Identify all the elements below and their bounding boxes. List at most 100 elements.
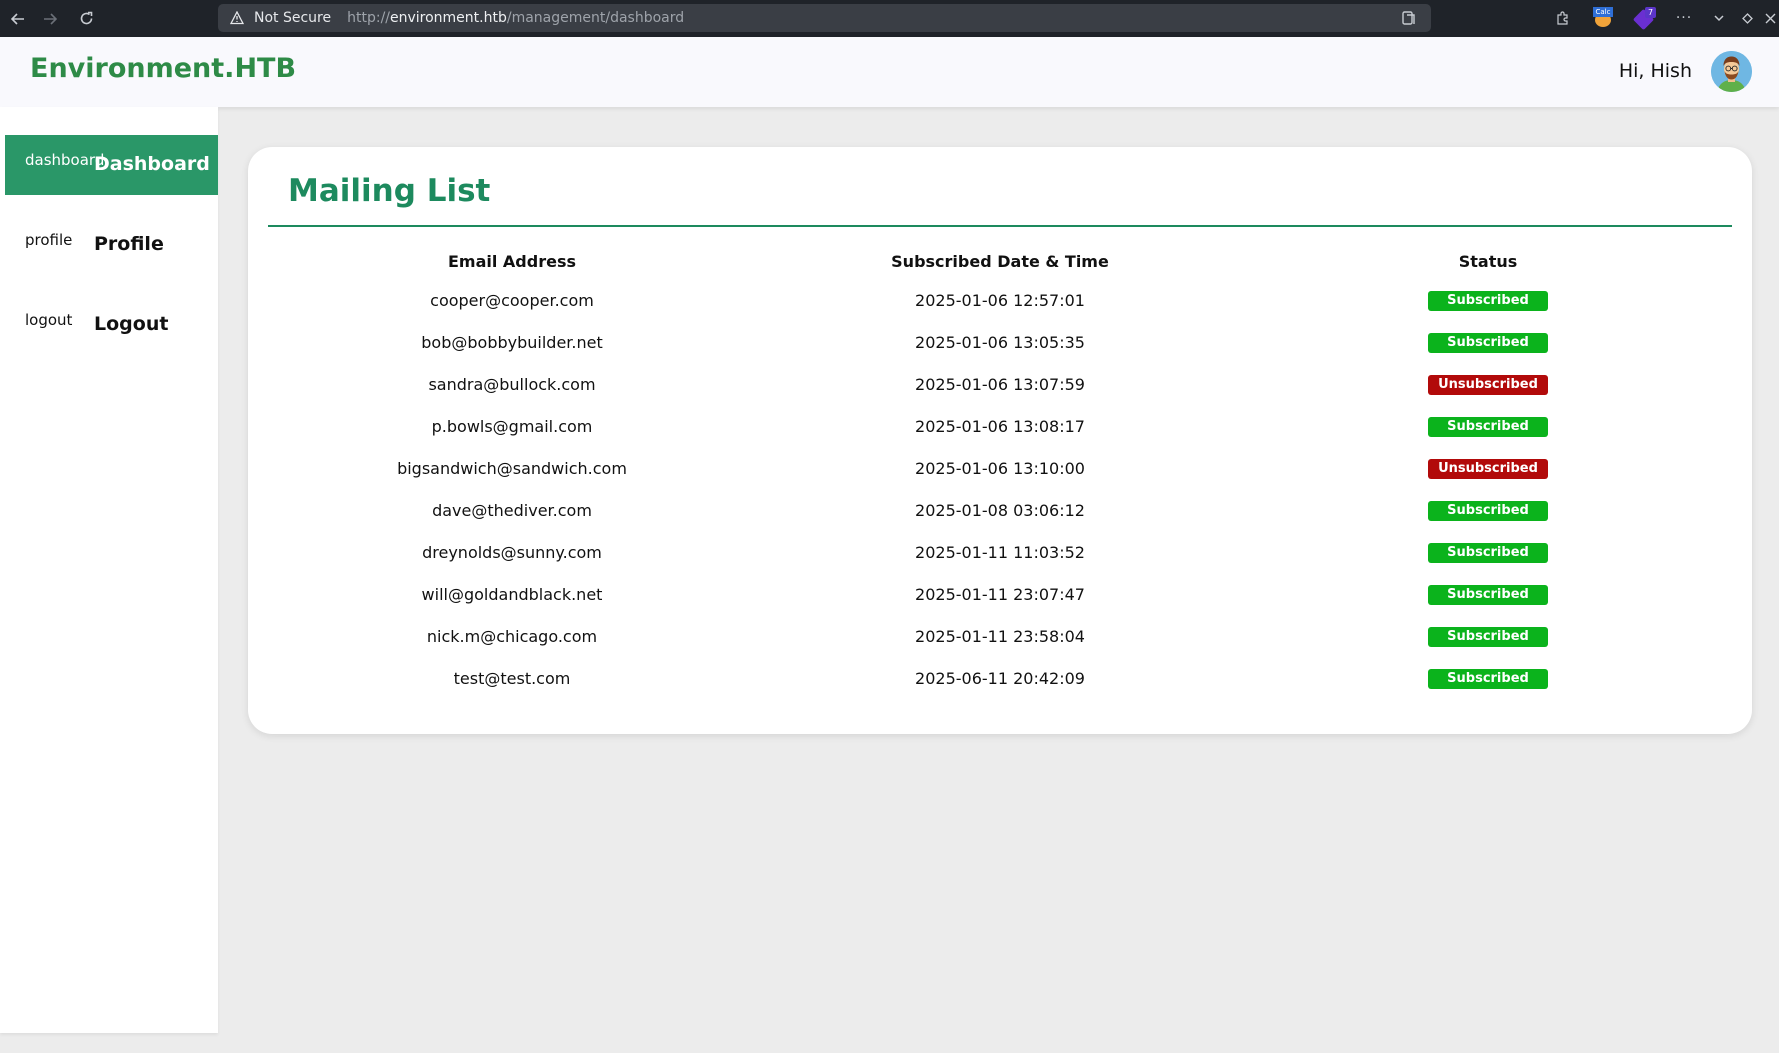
datetime-cell: 2025-01-06 13:07:59 bbox=[915, 374, 1085, 394]
email-cell: dave@thediver.com bbox=[432, 500, 592, 520]
more-icon: ··· bbox=[1675, 10, 1693, 26]
email-cell: p.bowls@gmail.com bbox=[431, 416, 593, 436]
calc-extension-icon: Calc bbox=[1593, 7, 1613, 29]
close-icon bbox=[1765, 13, 1776, 23]
address-bar[interactable]: Not Secure http://environment.htb/manage… bbox=[218, 4, 1431, 32]
table-row: nick.m@chicago.com 2025-01-11 23:58:04 Sub… bbox=[268, 615, 1732, 657]
email-cell: test@test.com bbox=[453, 668, 571, 688]
datetime-cell: 2025-01-06 12:57:01 bbox=[915, 290, 1085, 310]
restore-window-button[interactable] bbox=[1737, 4, 1757, 32]
column-header-email: Email Address bbox=[447, 251, 576, 271]
table-row: bob@bobbybuilder.net 2025-01-06 13:05:35 S… bbox=[268, 321, 1732, 363]
sidebar-item-logout[interactable]: logout Logout bbox=[5, 295, 218, 355]
profile-icon: profile bbox=[25, 231, 73, 249]
shield-extension-button[interactable]: 7 bbox=[1632, 4, 1657, 32]
list-all-tabs-button[interactable] bbox=[1708, 4, 1730, 32]
logout-icon: logout bbox=[25, 311, 73, 329]
table-header-row: Email Address Subscribed Date & Time Sta… bbox=[268, 243, 1732, 279]
datetime-cell: 2025-01-06 13:05:35 bbox=[915, 332, 1085, 352]
status-cell: Subscribed bbox=[1244, 531, 1732, 573]
table-row: p.bowls@gmail.com 2025-01-06 13:08:17 Subs… bbox=[268, 405, 1732, 447]
page-title: Mailing List bbox=[288, 173, 491, 209]
url-text[interactable]: http://environment.htb/management/dashbo… bbox=[347, 10, 684, 26]
datetime-cell: 2025-01-06 13:08:17 bbox=[915, 416, 1085, 436]
datetime-cell: 2025-01-06 13:10:00 bbox=[915, 458, 1085, 478]
status-cell: Unsubscribed bbox=[1244, 363, 1732, 405]
datetime-cell: 2025-01-11 11:03:52 bbox=[915, 542, 1085, 562]
brand-title[interactable]: Environment.HTB bbox=[30, 53, 296, 84]
url-host: environment.htb bbox=[390, 10, 507, 26]
puzzle-icon bbox=[1556, 10, 1568, 25]
extensions-button[interactable] bbox=[1551, 4, 1573, 32]
email-cell: sandra@bullock.com bbox=[428, 374, 596, 394]
email-cell: dreynolds@sunny.com bbox=[422, 542, 602, 562]
column-header-status: Status bbox=[1458, 251, 1518, 271]
sidebar-item-label: Logout bbox=[94, 313, 169, 335]
status-badge: Subscribed bbox=[1428, 291, 1548, 311]
status-badge: Subscribed bbox=[1428, 669, 1548, 689]
extension-count-badge: 7 bbox=[1645, 7, 1656, 18]
email-cell: bigsandwich@sandwich.com bbox=[397, 458, 627, 478]
sidebar: dashboard Dashboard profile Profile logo… bbox=[0, 107, 218, 1033]
status-badge: Subscribed bbox=[1428, 627, 1548, 647]
app-header: Environment.HTB Hi, Hish bbox=[0, 37, 1779, 107]
table-row: dave@thediver.com 2025-01-08 03:06:12 Subs… bbox=[268, 489, 1732, 531]
forward-button[interactable] bbox=[32, 0, 68, 37]
status-cell: Subscribed bbox=[1244, 657, 1732, 699]
status-badge: Subscribed bbox=[1428, 333, 1548, 353]
status-badge: Subscribed bbox=[1428, 543, 1548, 563]
diamond-icon bbox=[1741, 12, 1753, 24]
forward-arrow-icon bbox=[44, 12, 57, 25]
mailing-list-table: Email Address Subscribed Date & Time Sta… bbox=[268, 243, 1732, 699]
url-scheme: http:// bbox=[347, 10, 390, 26]
table-row: bigsandwich@sandwich.com 2025-01-06 13:10… bbox=[268, 447, 1732, 489]
status-badge: Unsubscribed bbox=[1428, 459, 1548, 479]
avatar[interactable] bbox=[1711, 51, 1752, 92]
more-menu-button[interactable]: ··· bbox=[1672, 4, 1696, 32]
email-cell: will@goldandblack.net bbox=[421, 584, 603, 604]
status-cell: Subscribed bbox=[1244, 615, 1732, 657]
title-divider bbox=[268, 225, 1732, 227]
calc-extension-button[interactable]: Calc bbox=[1591, 4, 1615, 32]
url-path: /management/dashboard bbox=[506, 10, 685, 26]
reload-button[interactable] bbox=[68, 0, 104, 37]
user-greeting: Hi, Hish bbox=[1618, 60, 1692, 82]
column-header-datetime: Subscribed Date & Time bbox=[891, 251, 1109, 271]
datetime-cell: 2025-01-08 03:06:12 bbox=[915, 500, 1085, 520]
datetime-cell: 2025-01-11 23:58:04 bbox=[915, 626, 1085, 646]
reload-icon bbox=[80, 11, 92, 25]
calc-extension-label: Calc bbox=[1593, 7, 1613, 17]
table-row: cooper@cooper.com 2025-01-06 12:57:01 Subs… bbox=[268, 279, 1732, 321]
sidebar-item-dashboard[interactable]: dashboard Dashboard bbox=[5, 135, 218, 195]
table-row: sandra@bullock.com 2025-01-06 13:07:59 Uns… bbox=[268, 363, 1732, 405]
reader-view-icon[interactable] bbox=[1401, 10, 1417, 26]
status-badge: Subscribed bbox=[1428, 417, 1548, 437]
status-cell: Subscribed bbox=[1244, 573, 1732, 615]
back-button[interactable] bbox=[0, 0, 36, 37]
sidebar-item-label: Dashboard bbox=[94, 153, 210, 175]
status-badge: Subscribed bbox=[1428, 585, 1548, 605]
user-avatar-icon bbox=[1711, 51, 1752, 92]
sidebar-item-profile[interactable]: profile Profile bbox=[5, 215, 218, 275]
table-row: will@goldandblack.net 2025-01-11 23:07:47… bbox=[268, 573, 1732, 615]
status-cell: Subscribed bbox=[1244, 405, 1732, 447]
status-badge: Subscribed bbox=[1428, 501, 1548, 521]
browser-toolbar: Not Secure http://environment.htb/manage… bbox=[0, 0, 1779, 37]
email-cell: cooper@cooper.com bbox=[430, 290, 594, 310]
security-label[interactable]: Not Secure bbox=[254, 10, 331, 26]
table-row: dreynolds@sunny.com 2025-01-11 11:03:52 Su… bbox=[268, 531, 1732, 573]
status-cell: Subscribed bbox=[1244, 321, 1732, 363]
status-cell: Subscribed bbox=[1244, 489, 1732, 531]
chevron-down-icon bbox=[1714, 15, 1724, 22]
table-body: cooper@cooper.com 2025-01-06 12:57:01 Subs… bbox=[268, 279, 1732, 699]
table-row: test@test.com 2025-06-11 20:42:09 Subscrib… bbox=[268, 657, 1732, 699]
email-cell: nick.m@chicago.com bbox=[426, 626, 598, 646]
status-cell: Subscribed bbox=[1244, 279, 1732, 321]
shield-extension-icon: 7 bbox=[1632, 7, 1656, 31]
status-badge: Unsubscribed bbox=[1428, 375, 1548, 395]
status-cell: Unsubscribed bbox=[1244, 447, 1732, 489]
back-arrow-icon bbox=[11, 12, 24, 25]
sidebar-item-label: Profile bbox=[94, 233, 164, 255]
datetime-cell: 2025-01-11 23:07:47 bbox=[915, 584, 1085, 604]
close-window-button[interactable] bbox=[1762, 4, 1779, 32]
